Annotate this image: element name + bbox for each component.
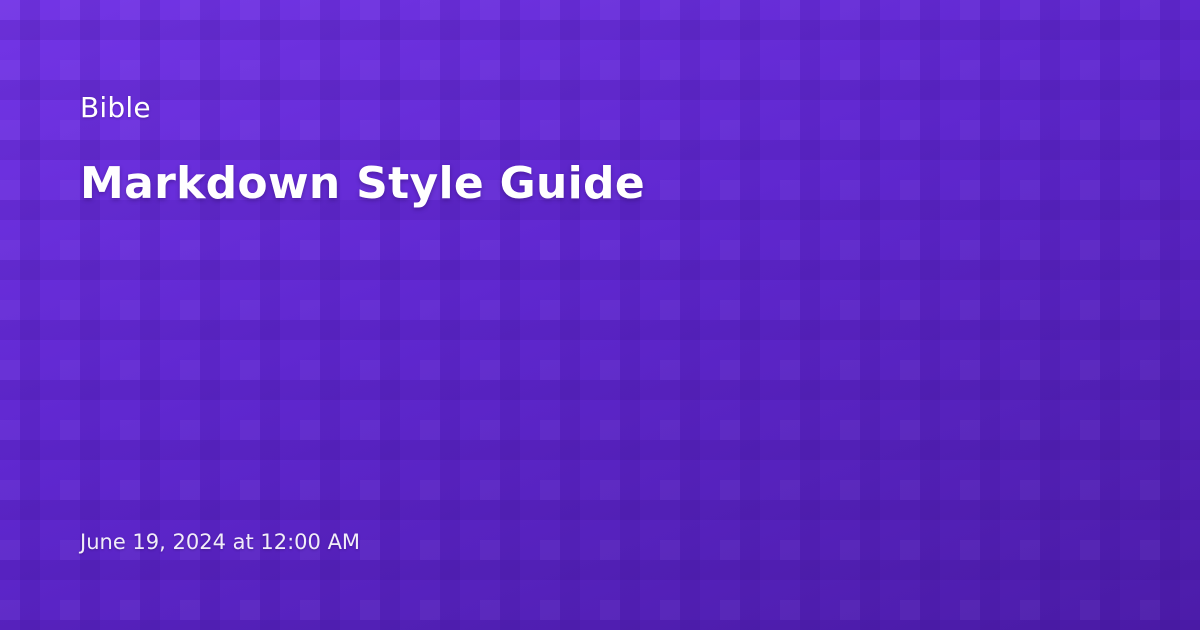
publish-date: June 19, 2024 at 12:00 AM [80, 530, 361, 554]
card-content: Bible Markdown Style Guide June 19, 2024… [0, 0, 1200, 630]
site-name: Bible [80, 91, 151, 124]
share-card: Bible Markdown Style Guide June 19, 2024… [0, 0, 1200, 630]
page-title: Markdown Style Guide [80, 158, 645, 209]
